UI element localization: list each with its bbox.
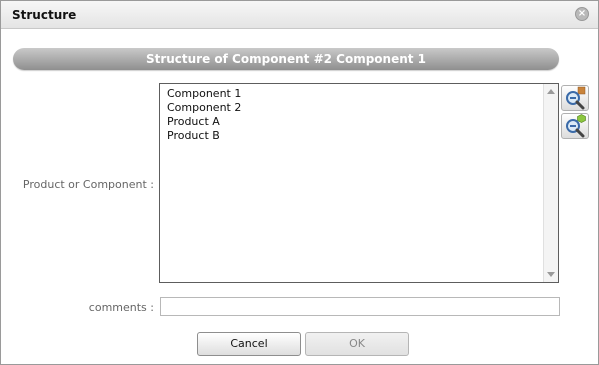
ok-button[interactable]: OK <box>305 332 409 356</box>
structure-dialog: Structure × Structure of Component #2 Co… <box>0 0 599 365</box>
comments-field[interactable] <box>160 297 560 316</box>
section-banner: Structure of Component #2 Component 1 <box>13 48 559 70</box>
search-product-icon <box>566 114 586 138</box>
listbox-scrollbar[interactable] <box>543 84 558 282</box>
list-item[interactable]: Component 2 <box>167 101 241 115</box>
dialog-title: Structure <box>12 8 77 22</box>
search-product-button[interactable] <box>561 113 589 139</box>
product-label: Product or Component : <box>22 178 154 191</box>
comments-label: comments : <box>88 301 154 314</box>
list-item[interactable]: Product A <box>167 115 241 129</box>
scroll-down-arrow[interactable] <box>547 272 555 277</box>
list-item[interactable]: Product B <box>167 129 241 143</box>
titlebar: Structure × <box>1 1 598 29</box>
cancel-button[interactable]: Cancel <box>197 332 301 356</box>
close-icon[interactable]: × <box>575 7 589 21</box>
scroll-up-arrow[interactable] <box>547 89 555 94</box>
product-listbox[interactable]: Component 1 Component 2 Product A Produc… <box>159 83 559 283</box>
search-component-button[interactable] <box>561 85 589 111</box>
list-item[interactable]: Component 1 <box>167 87 241 101</box>
list-items: Component 1 Component 2 Product A Produc… <box>167 87 241 143</box>
search-component-icon <box>566 86 586 110</box>
